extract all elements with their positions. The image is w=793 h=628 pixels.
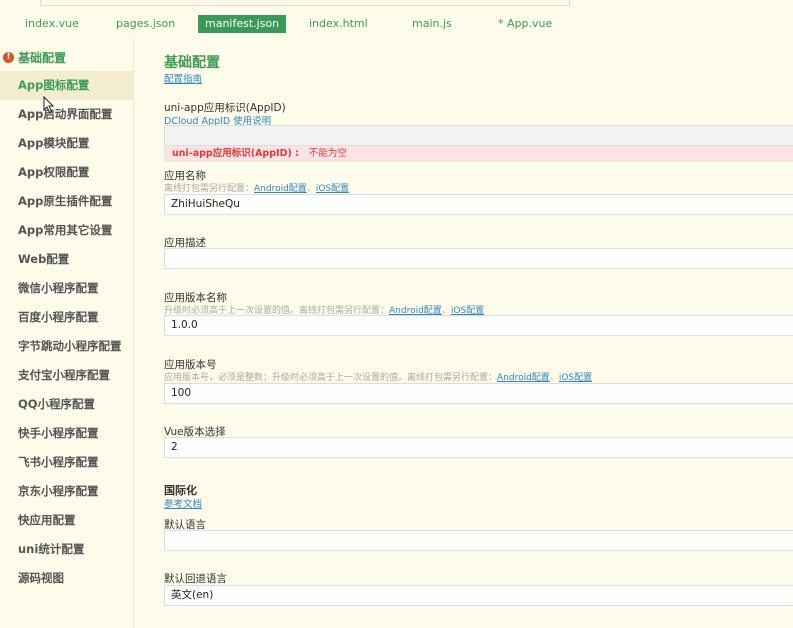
app-name-hint: 离线打包需另行配置：Android配置、iOS配置 bbox=[164, 181, 349, 194]
sidebar-item-app-icon[interactable]: App图标配置 bbox=[0, 71, 134, 100]
default-language-input[interactable] bbox=[164, 530, 793, 551]
appid-input[interactable] bbox=[164, 125, 793, 146]
sidebar-item-app-modules[interactable]: App模块配置 bbox=[0, 129, 134, 158]
sidebar-header[interactable]: ! 基础配置 bbox=[0, 48, 134, 68]
config-guide-link[interactable]: 配置指南 bbox=[164, 71, 202, 85]
sidebar-item-toutiao-mp[interactable]: 字节跳动小程序配置 bbox=[0, 332, 134, 361]
fallback-language-label: 默认回退语言 bbox=[164, 573, 227, 585]
warning-icon: ! bbox=[3, 52, 14, 63]
sidebar-item-baidu-mp[interactable]: 百度小程序配置 bbox=[0, 303, 134, 332]
version-name-input[interactable]: 1.0.0 bbox=[164, 315, 793, 336]
appid-error-text: 不能为空 bbox=[308, 148, 347, 159]
sidebar-item-app-other-settings[interactable]: App常用其它设置 bbox=[0, 216, 134, 245]
sidebar-item-kuaishou-mp[interactable]: 快手小程序配置 bbox=[0, 419, 134, 448]
tab-main-js[interactable]: main.js bbox=[405, 15, 459, 33]
app-name-hint-text: 离线打包需另行配置： bbox=[164, 184, 255, 194]
app-name-android-link[interactable]: Android配置 bbox=[254, 184, 307, 194]
sidebar-item-source-view[interactable]: 源码视图 bbox=[0, 564, 134, 593]
vue-version-select[interactable]: 2 bbox=[164, 437, 793, 458]
appid-error-message: uni-app应用标识(AppID) : 不能为空 bbox=[164, 146, 793, 162]
i18n-doc-link[interactable]: 参考文档 bbox=[164, 496, 202, 510]
app-name-input[interactable]: ZhiHuiSheQu bbox=[164, 194, 793, 215]
appid-error-key: uni-app应用标识(AppID) : bbox=[172, 148, 299, 159]
app-desc-input[interactable] bbox=[164, 248, 793, 269]
sidebar-item-qq-mp[interactable]: QQ小程序配置 bbox=[0, 390, 134, 419]
version-code-hint-text: 应用版本号，必须是整数；升级时必须高于上一次设置的值。离线打包需另行配置： bbox=[164, 373, 498, 383]
version-code-android-link[interactable]: Android配置 bbox=[497, 373, 550, 383]
version-code-input[interactable]: 100 bbox=[164, 383, 793, 404]
sidebar-header-label: 基础配置 bbox=[18, 51, 67, 65]
sidebar-item-web[interactable]: Web配置 bbox=[0, 245, 134, 274]
fallback-language-select[interactable]: 英文(en) bbox=[164, 585, 793, 606]
version-code-hint: 应用版本号，必须是整数；升级时必须高于上一次设置的值。离线打包需另行配置：And… bbox=[164, 370, 592, 383]
sidebar-item-jd-mp[interactable]: 京东小程序配置 bbox=[0, 477, 134, 506]
sidebar-item-app-permissions[interactable]: App权限配置 bbox=[0, 158, 134, 187]
separator: 、 bbox=[306, 184, 316, 194]
tab-app-vue[interactable]: * App.vue bbox=[491, 15, 559, 33]
top-scroll-strip bbox=[40, 0, 570, 6]
config-main-panel: 基础配置 配置指南 uni-app应用标识(AppID) DCloud AppI… bbox=[164, 38, 793, 628]
sidebar-item-feishu-mp[interactable]: 飞书小程序配置 bbox=[0, 448, 134, 477]
tab-manifest-json[interactable]: manifest.json bbox=[198, 15, 287, 33]
app-name-ios-link[interactable]: iOS配置 bbox=[316, 184, 349, 194]
sidebar-item-weixin-mp[interactable]: 微信小程序配置 bbox=[0, 274, 134, 303]
editor-tab-bar: index.vue pages.json manifest.json index… bbox=[0, 0, 793, 38]
tab-index-html[interactable]: index.html bbox=[302, 15, 375, 33]
version-code-ios-link[interactable]: iOS配置 bbox=[559, 373, 592, 383]
tab-pages-json[interactable]: pages.json bbox=[109, 15, 182, 33]
separator: 、 bbox=[549, 373, 559, 383]
sidebar-item-app-native-plugins[interactable]: App原生插件配置 bbox=[0, 187, 134, 216]
page-title: 基础配置 bbox=[164, 55, 220, 71]
sidebar-item-alipay-mp[interactable]: 支付宝小程序配置 bbox=[0, 361, 134, 390]
config-sidebar: ! 基础配置 App图标配置 App启动界面配置 App模块配置 App权限配置… bbox=[0, 38, 134, 628]
tab-index-vue[interactable]: index.vue bbox=[18, 15, 86, 33]
mouse-cursor-icon bbox=[43, 96, 55, 114]
sidebar-item-quickapp[interactable]: 快应用配置 bbox=[0, 506, 134, 535]
sidebar-item-uni-stat[interactable]: uni统计配置 bbox=[0, 535, 134, 564]
sidebar-item-app-splash[interactable]: App启动界面配置 bbox=[0, 100, 134, 129]
